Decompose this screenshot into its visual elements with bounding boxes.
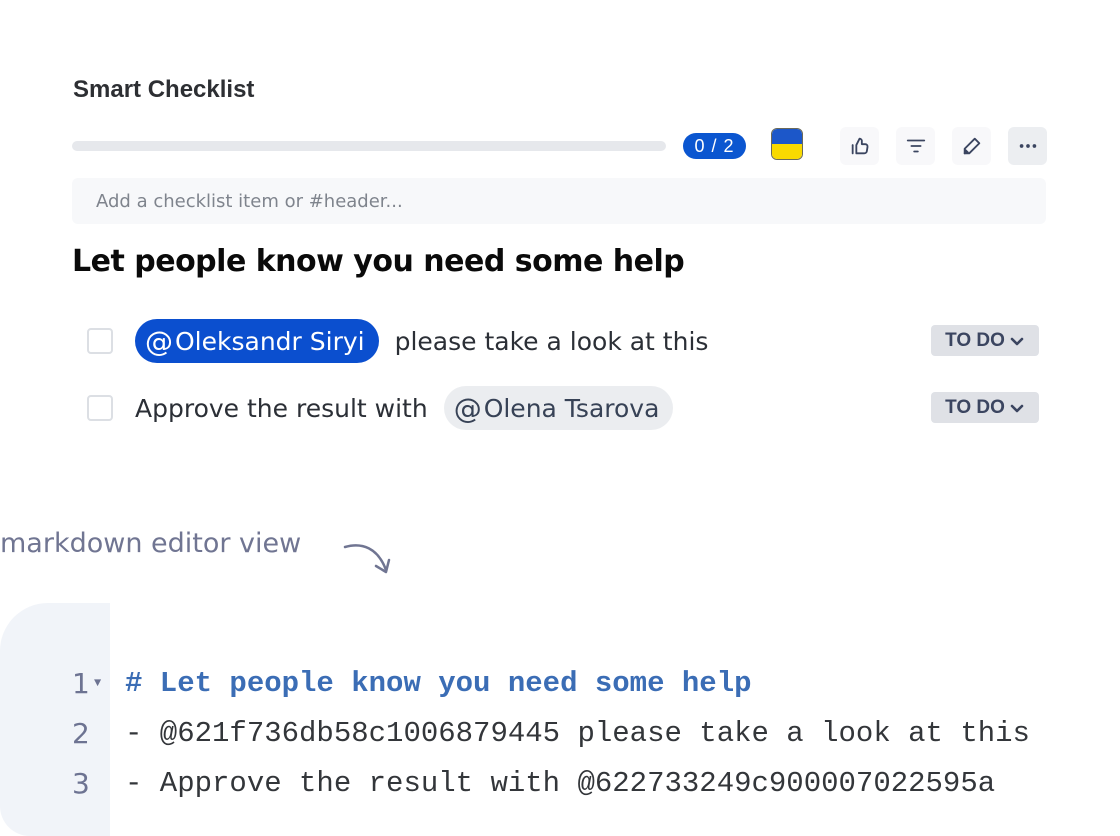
mention-name: Oleksandr Siryi <box>175 326 365 356</box>
curved-arrow-icon <box>343 544 391 574</box>
chevron-down-icon <box>1010 404 1024 412</box>
line-number: 3 <box>72 766 90 800</box>
item-checkbox[interactable] <box>87 395 113 421</box>
flag-top-stripe <box>772 129 802 144</box>
at-icon: @ <box>453 391 482 425</box>
code-text: - Approve the result with @622733249c900… <box>125 766 996 800</box>
chevron-down-icon <box>1010 337 1024 345</box>
filter-button[interactable] <box>896 127 935 165</box>
code-text: - @621f736db58c1006879445 please take a … <box>125 716 1030 750</box>
more-icon <box>1019 144 1036 148</box>
at-icon: @ <box>145 324 173 358</box>
item-text: please take a look at this <box>394 326 709 356</box>
progress-bar <box>72 141 666 151</box>
checklist-item: @ Oleksandr Siryi please take a look at … <box>87 319 708 363</box>
status-dropdown[interactable]: TO DO <box>931 392 1039 423</box>
status-label: TO DO <box>945 396 1005 418</box>
checklist-item: Approve the result with @ Olena Tsarova <box>87 386 674 430</box>
checklist-section-header: Let people know you need some help <box>72 244 685 279</box>
filter-icon <box>906 139 925 153</box>
flag-bottom-stripe <box>772 144 802 159</box>
more-button[interactable] <box>1008 127 1047 165</box>
mention-name: Olena Tsarova <box>483 393 660 423</box>
checklist-title: Smart Checklist <box>73 76 255 103</box>
progress-count-badge: 0 / 2 <box>683 133 746 159</box>
add-checklist-item-input[interactable] <box>72 178 1046 224</box>
edit-button[interactable] <box>952 127 991 165</box>
fold-toggle-icon[interactable]: ▼ <box>94 676 101 690</box>
code-text: # Let people know you need some help <box>125 666 752 700</box>
like-button[interactable] <box>840 127 879 165</box>
thumbs-up-icon <box>851 137 868 155</box>
user-mention[interactable]: @ Oleksandr Siryi <box>135 319 379 363</box>
line-number: 1 <box>72 666 90 700</box>
markdown-editor[interactable]: 1 ▼ # Let people know you need some help… <box>0 603 1120 836</box>
line-number: 2 <box>72 716 90 750</box>
status-dropdown[interactable]: TO DO <box>931 325 1039 356</box>
item-checkbox[interactable] <box>87 328 113 354</box>
status-label: TO DO <box>945 329 1005 351</box>
item-text: Approve the result with <box>135 393 428 423</box>
ukraine-flag-icon <box>771 128 803 160</box>
pencil-icon <box>963 137 980 155</box>
annotation-label: markdown editor view <box>0 528 302 559</box>
user-mention[interactable]: @ Olena Tsarova <box>443 386 674 430</box>
